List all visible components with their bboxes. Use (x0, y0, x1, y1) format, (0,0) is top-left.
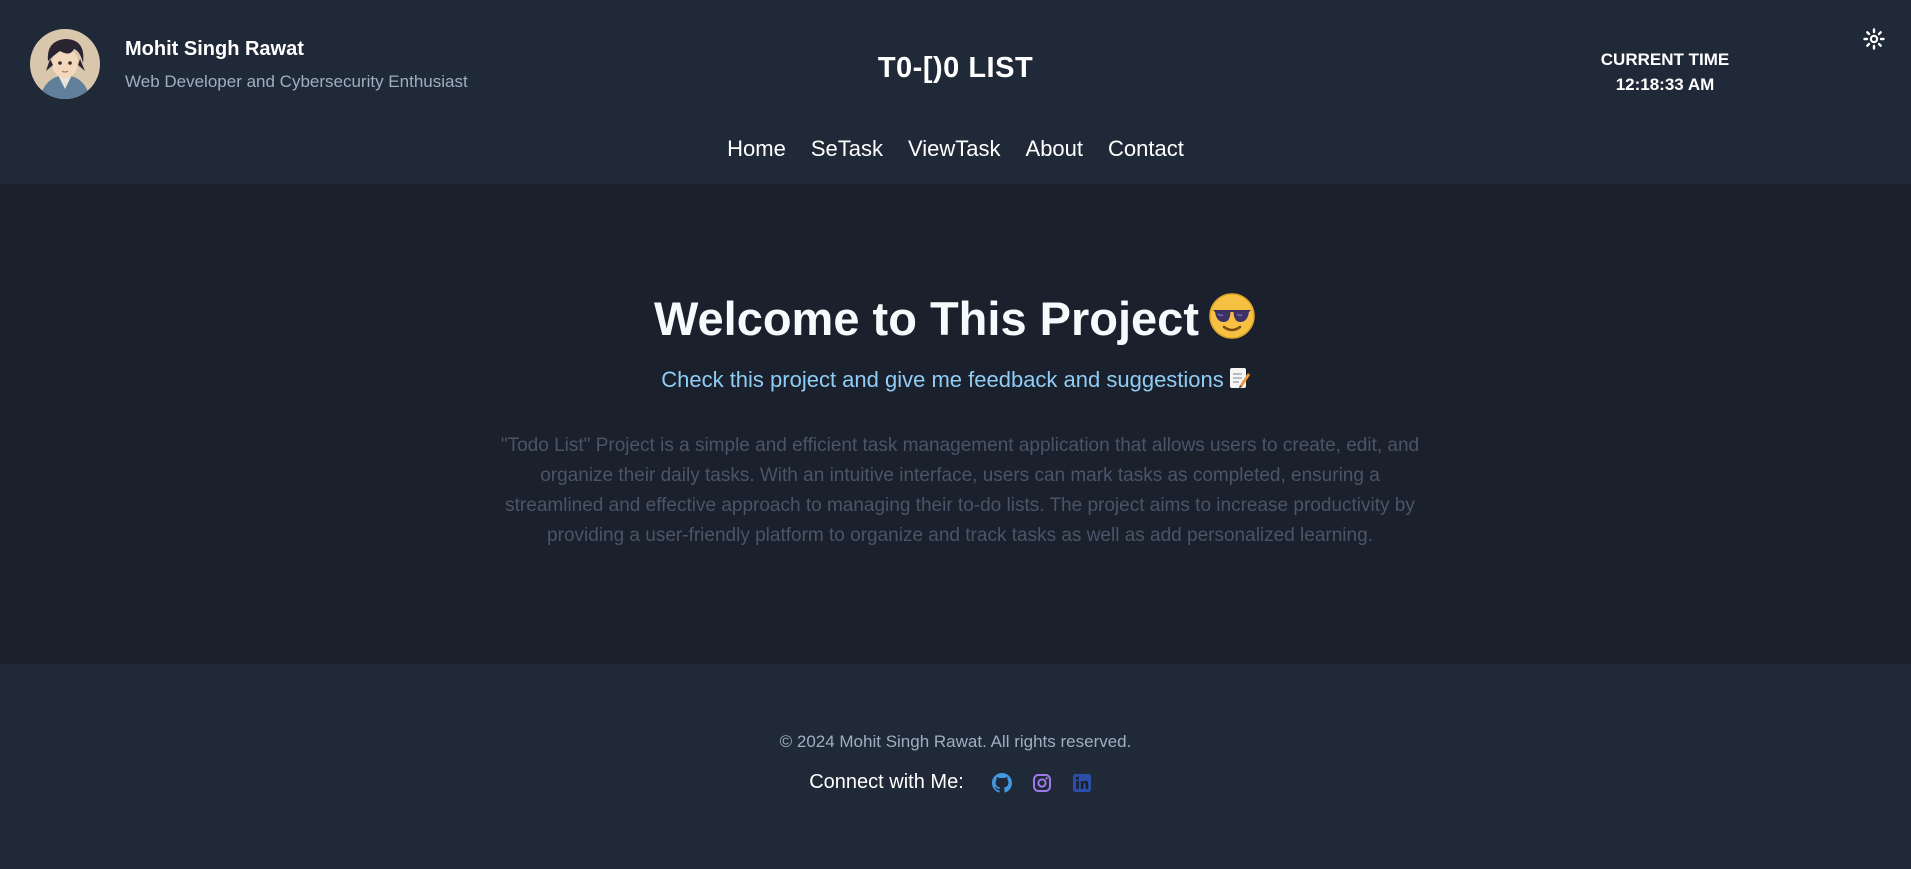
nav-contact[interactable]: Contact (1108, 136, 1184, 162)
project-description: "Todo List" Project is a simple and effi… (500, 435, 1420, 546)
linkedin-icon (1072, 773, 1091, 792)
site-footer: © 2024 Mohit Singh Rawat. All rights res… (0, 664, 1911, 869)
memo-icon (1228, 366, 1250, 396)
nav-about[interactable]: About (1026, 136, 1084, 162)
nav-viewtask[interactable]: ViewTask (908, 136, 1001, 162)
subtitle-text: Check this project and give me feedback … (661, 367, 1224, 392)
sunglasses-face-icon (1207, 291, 1257, 352)
copyright-text: © 2024 Mohit Singh Rawat. All rights res… (779, 732, 1132, 751)
instagram-link[interactable] (1032, 773, 1052, 793)
sun-icon (1863, 28, 1885, 50)
github-icon (991, 772, 1012, 793)
welcome-text: Welcome to This Project (654, 292, 1199, 345)
subtitle: Check this project and give me feedback … (0, 366, 1911, 396)
connect-label: Connect with Me: (809, 771, 964, 793)
main-nav: Home SeTask ViewTask About Contact (0, 136, 1911, 162)
nav-home[interactable]: Home (727, 136, 786, 162)
linkedin-link[interactable] (1072, 773, 1092, 793)
nav-setask[interactable]: SeTask (811, 136, 883, 162)
welcome-heading: Welcome to This Project (0, 291, 1911, 352)
site-header: Mohit Singh Rawat Web Developer and Cybe… (0, 0, 1911, 184)
theme-toggle-button[interactable] (1862, 27, 1886, 51)
social-links: Connect with Me: (0, 771, 1911, 794)
github-link[interactable] (991, 772, 1012, 793)
clock-label: CURRENT TIME (1600, 50, 1730, 69)
clock-time: 12:18:33 AM (1615, 75, 1715, 94)
instagram-icon (1032, 773, 1051, 792)
current-time-clock: CURRENT TIME 12:18:33 AM (1560, 47, 1770, 97)
main-content: Welcome to This Project Check this proje… (0, 184, 1911, 664)
